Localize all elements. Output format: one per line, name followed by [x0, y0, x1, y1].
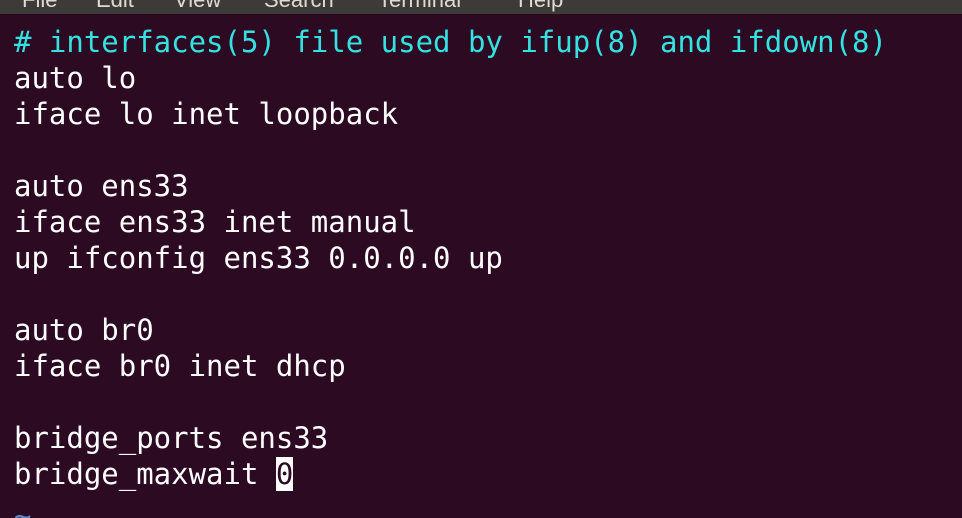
editor-line: up ifconfig ens33 0.0.0.0 up — [14, 241, 503, 275]
menu-search[interactable]: Search — [264, 0, 334, 14]
menu-bar: File Edit View Search Terminal Help — [0, 0, 962, 14]
menu-help[interactable]: Help — [518, 0, 563, 14]
terminal-editor[interactable]: # interfaces(5) file used by ifup(8) and… — [0, 14, 962, 518]
editor-line: auto lo — [14, 61, 137, 95]
menu-edit[interactable]: Edit — [96, 0, 134, 14]
editor-line-comment: # interfaces(5) file used by ifup(8) and… — [14, 25, 887, 59]
editor-line-cursor: bridge_maxwait 0 — [14, 456, 294, 492]
text-cursor: 0 — [275, 457, 294, 491]
menu-terminal[interactable]: Terminal — [378, 0, 461, 14]
editor-line: bridge_ports ens33 — [14, 421, 329, 455]
editor-line: iface lo inet loopback — [14, 97, 399, 131]
editor-line: auto br0 — [14, 313, 154, 347]
menu-file[interactable]: File — [22, 0, 57, 14]
editor-line: auto ens33 — [14, 169, 189, 203]
editor-line: iface br0 inet dhcp — [14, 349, 346, 383]
editor-line: iface ens33 inet manual — [14, 205, 416, 239]
editor-line-text: bridge_maxwait — [14, 457, 276, 491]
empty-line-tilde: ~ — [14, 499, 32, 518]
menu-view[interactable]: View — [174, 0, 221, 14]
